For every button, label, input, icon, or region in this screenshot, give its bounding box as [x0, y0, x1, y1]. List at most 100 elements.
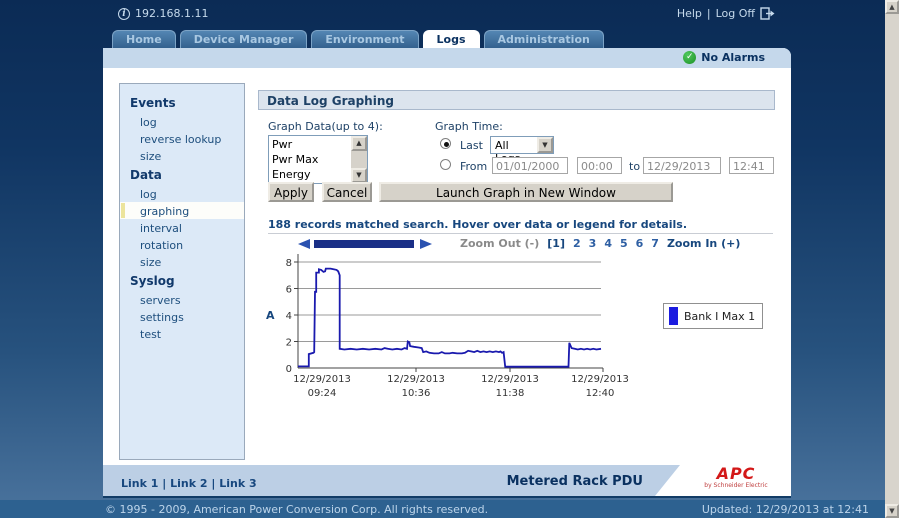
listbox-scroll-up-icon[interactable]: ▲ — [351, 136, 367, 151]
sidebar-item-servers[interactable]: servers — [120, 291, 244, 308]
x-label-4-date: 12/29/2013 — [571, 374, 629, 385]
apc-logo-panel: APC by Schneider Electric — [655, 465, 791, 496]
legend-swatch — [669, 307, 678, 325]
top-links-separator: | — [707, 7, 711, 20]
sidebar-item-rotation[interactable]: rotation — [120, 236, 244, 253]
listbox-option-pwr[interactable]: Pwr — [272, 137, 351, 152]
footer-link-3[interactable]: Link 3 — [219, 477, 256, 490]
top-bar: i 192.168.1.11 Help | Log Off — [0, 0, 885, 28]
footer-bar: Link 1 | Link 2 | Link 3 Metered Rack PD… — [103, 465, 791, 496]
sidebar-item-settings[interactable]: settings — [120, 308, 244, 325]
sidebar-item-reverse-lookup[interactable]: reverse lookup — [120, 130, 244, 147]
sidebar-item-data-size[interactable]: size — [120, 253, 244, 270]
tab-logs[interactable]: Logs — [423, 30, 480, 48]
y-label-6: 6 — [286, 285, 292, 296]
last-range-select[interactable]: All Logs ▼ — [490, 136, 554, 154]
x-label-4-time: 12:40 — [586, 388, 615, 399]
listbox-scroll-down-icon[interactable]: ▼ — [351, 168, 367, 183]
graph-data-options: Pwr Pwr Max Energy — [269, 136, 351, 183]
sidebar: Events log reverse lookup size Data log … — [119, 83, 245, 460]
from-radio[interactable] — [440, 159, 451, 170]
tab-device-manager[interactable]: Device Manager — [180, 30, 308, 48]
sidebar-section-data: Data — [120, 164, 244, 185]
footer-links: Link 1 | Link 2 | Link 3 — [121, 477, 257, 490]
data-log-chart: 0 2 4 6 8 A 12/29/2013 09:24 12/29/2013 … — [258, 246, 775, 416]
records-message: 188 records matched search. Hover over d… — [268, 218, 687, 231]
tab-home[interactable]: Home — [112, 30, 176, 48]
footer-separator: | — [162, 477, 166, 490]
sidebar-section-syslog: Syslog — [120, 270, 244, 291]
chart-legend[interactable]: Bank I Max 1 — [663, 303, 763, 329]
sidebar-item-graphing[interactable]: graphing — [120, 202, 244, 219]
y-axis-title: A — [266, 309, 275, 322]
y-label-0: 0 — [286, 364, 292, 375]
log-off-link[interactable]: Log Off — [716, 7, 755, 20]
records-divider — [268, 233, 773, 234]
apply-button[interactable]: Apply — [268, 182, 314, 202]
product-name: Metered Rack PDU — [507, 474, 643, 489]
select-dropdown-icon[interactable]: ▼ — [537, 137, 553, 153]
cancel-button[interactable]: Cancel — [322, 182, 372, 202]
listbox-option-pwr-max[interactable]: Pwr Max — [272, 152, 351, 167]
x-label-1-date: 12/29/2013 — [293, 374, 351, 385]
listbox-option-energy[interactable]: Energy — [272, 167, 351, 182]
scroll-up-icon[interactable]: ▲ — [885, 0, 899, 14]
chart-svg[interactable]: 0 2 4 6 8 A 12/29/2013 09:24 12/29/2013 … — [258, 246, 638, 404]
x-label-2-time: 10:36 — [402, 388, 431, 399]
graph-time-label: Graph Time: — [435, 120, 503, 133]
sidebar-item-events-log[interactable]: log — [120, 113, 244, 130]
sidebar-item-interval[interactable]: interval — [120, 219, 244, 236]
from-time-field[interactable]: 00:00 — [577, 157, 622, 174]
apc-logo-subtext: by Schneider Electric — [681, 482, 791, 489]
sidebar-item-data-log[interactable]: log — [120, 185, 244, 202]
top-links: Help | Log Off — [677, 7, 775, 20]
x-label-3-date: 12/29/2013 — [481, 374, 539, 385]
from-label: From — [460, 160, 487, 173]
scroll-down-icon[interactable]: ▼ — [885, 504, 899, 518]
alarm-status: ✓ No Alarms — [683, 51, 765, 64]
x-label-1-time: 09:24 — [308, 388, 337, 399]
page-scrollbar[interactable]: ▲ ▼ — [885, 0, 899, 518]
sidebar-section-events: Events — [120, 92, 244, 113]
log-off-icon[interactable] — [760, 7, 775, 20]
to-date-field[interactable]: 12/29/2013 — [643, 157, 721, 174]
to-label: to — [629, 160, 640, 173]
main-content: Data Log Graphing Graph Data(up to 4): P… — [258, 90, 775, 452]
status-bar: ✓ No Alarms — [103, 48, 791, 68]
help-link[interactable]: Help — [677, 7, 702, 20]
app-window: i 192.168.1.11 Help | Log Off Home Devic… — [0, 0, 899, 518]
copyright-text: © 1995 - 2009, American Power Conversion… — [105, 503, 488, 518]
x-label-2-date: 12/29/2013 — [387, 374, 445, 385]
legend-label: Bank I Max 1 — [684, 310, 755, 323]
no-alarms-check-icon: ✓ — [683, 51, 696, 64]
sidebar-item-events-size[interactable]: size — [120, 147, 244, 164]
y-label-8: 8 — [286, 258, 292, 269]
apc-logo: APC — [681, 465, 791, 482]
from-date-field[interactable]: 01/01/2000 — [492, 157, 568, 174]
device-ip-wrap: i 192.168.1.11 — [118, 7, 208, 20]
y-label-2: 2 — [286, 338, 292, 349]
listbox-scrollbar[interactable]: ▲ ▼ — [351, 136, 367, 183]
to-time-field[interactable]: 12:41 — [729, 157, 774, 174]
last-label: Last — [460, 139, 483, 152]
info-icon: i — [118, 8, 130, 20]
graph-data-listbox[interactable]: Pwr Pwr Max Energy ▲ ▼ — [268, 135, 368, 184]
y-label-4: 4 — [286, 311, 292, 322]
chart-line[interactable] — [298, 269, 601, 367]
sidebar-item-test[interactable]: test — [120, 325, 244, 342]
footer-separator: | — [211, 477, 215, 490]
footer-link-1[interactable]: Link 1 — [121, 477, 158, 490]
copyright-bar: © 1995 - 2009, American Power Conversion… — [0, 500, 885, 518]
last-radio[interactable] — [440, 138, 451, 149]
footer-link-2[interactable]: Link 2 — [170, 477, 207, 490]
graph-data-label: Graph Data(up to 4): — [268, 120, 383, 133]
alarm-status-text: No Alarms — [701, 51, 765, 64]
nav-tabs: Home Device Manager Environment Logs Adm… — [112, 30, 604, 48]
launch-graph-button[interactable]: Launch Graph in New Window — [379, 182, 673, 202]
last-range-value: All Logs — [491, 137, 537, 153]
content-panel: ✓ No Alarms Events log reverse lookup si… — [103, 48, 791, 498]
tab-administration[interactable]: Administration — [484, 30, 604, 48]
tab-environment[interactable]: Environment — [311, 30, 418, 48]
updated-text: Updated: 12/29/2013 at 12:41 — [702, 503, 869, 518]
device-ip: 192.168.1.11 — [135, 7, 208, 20]
